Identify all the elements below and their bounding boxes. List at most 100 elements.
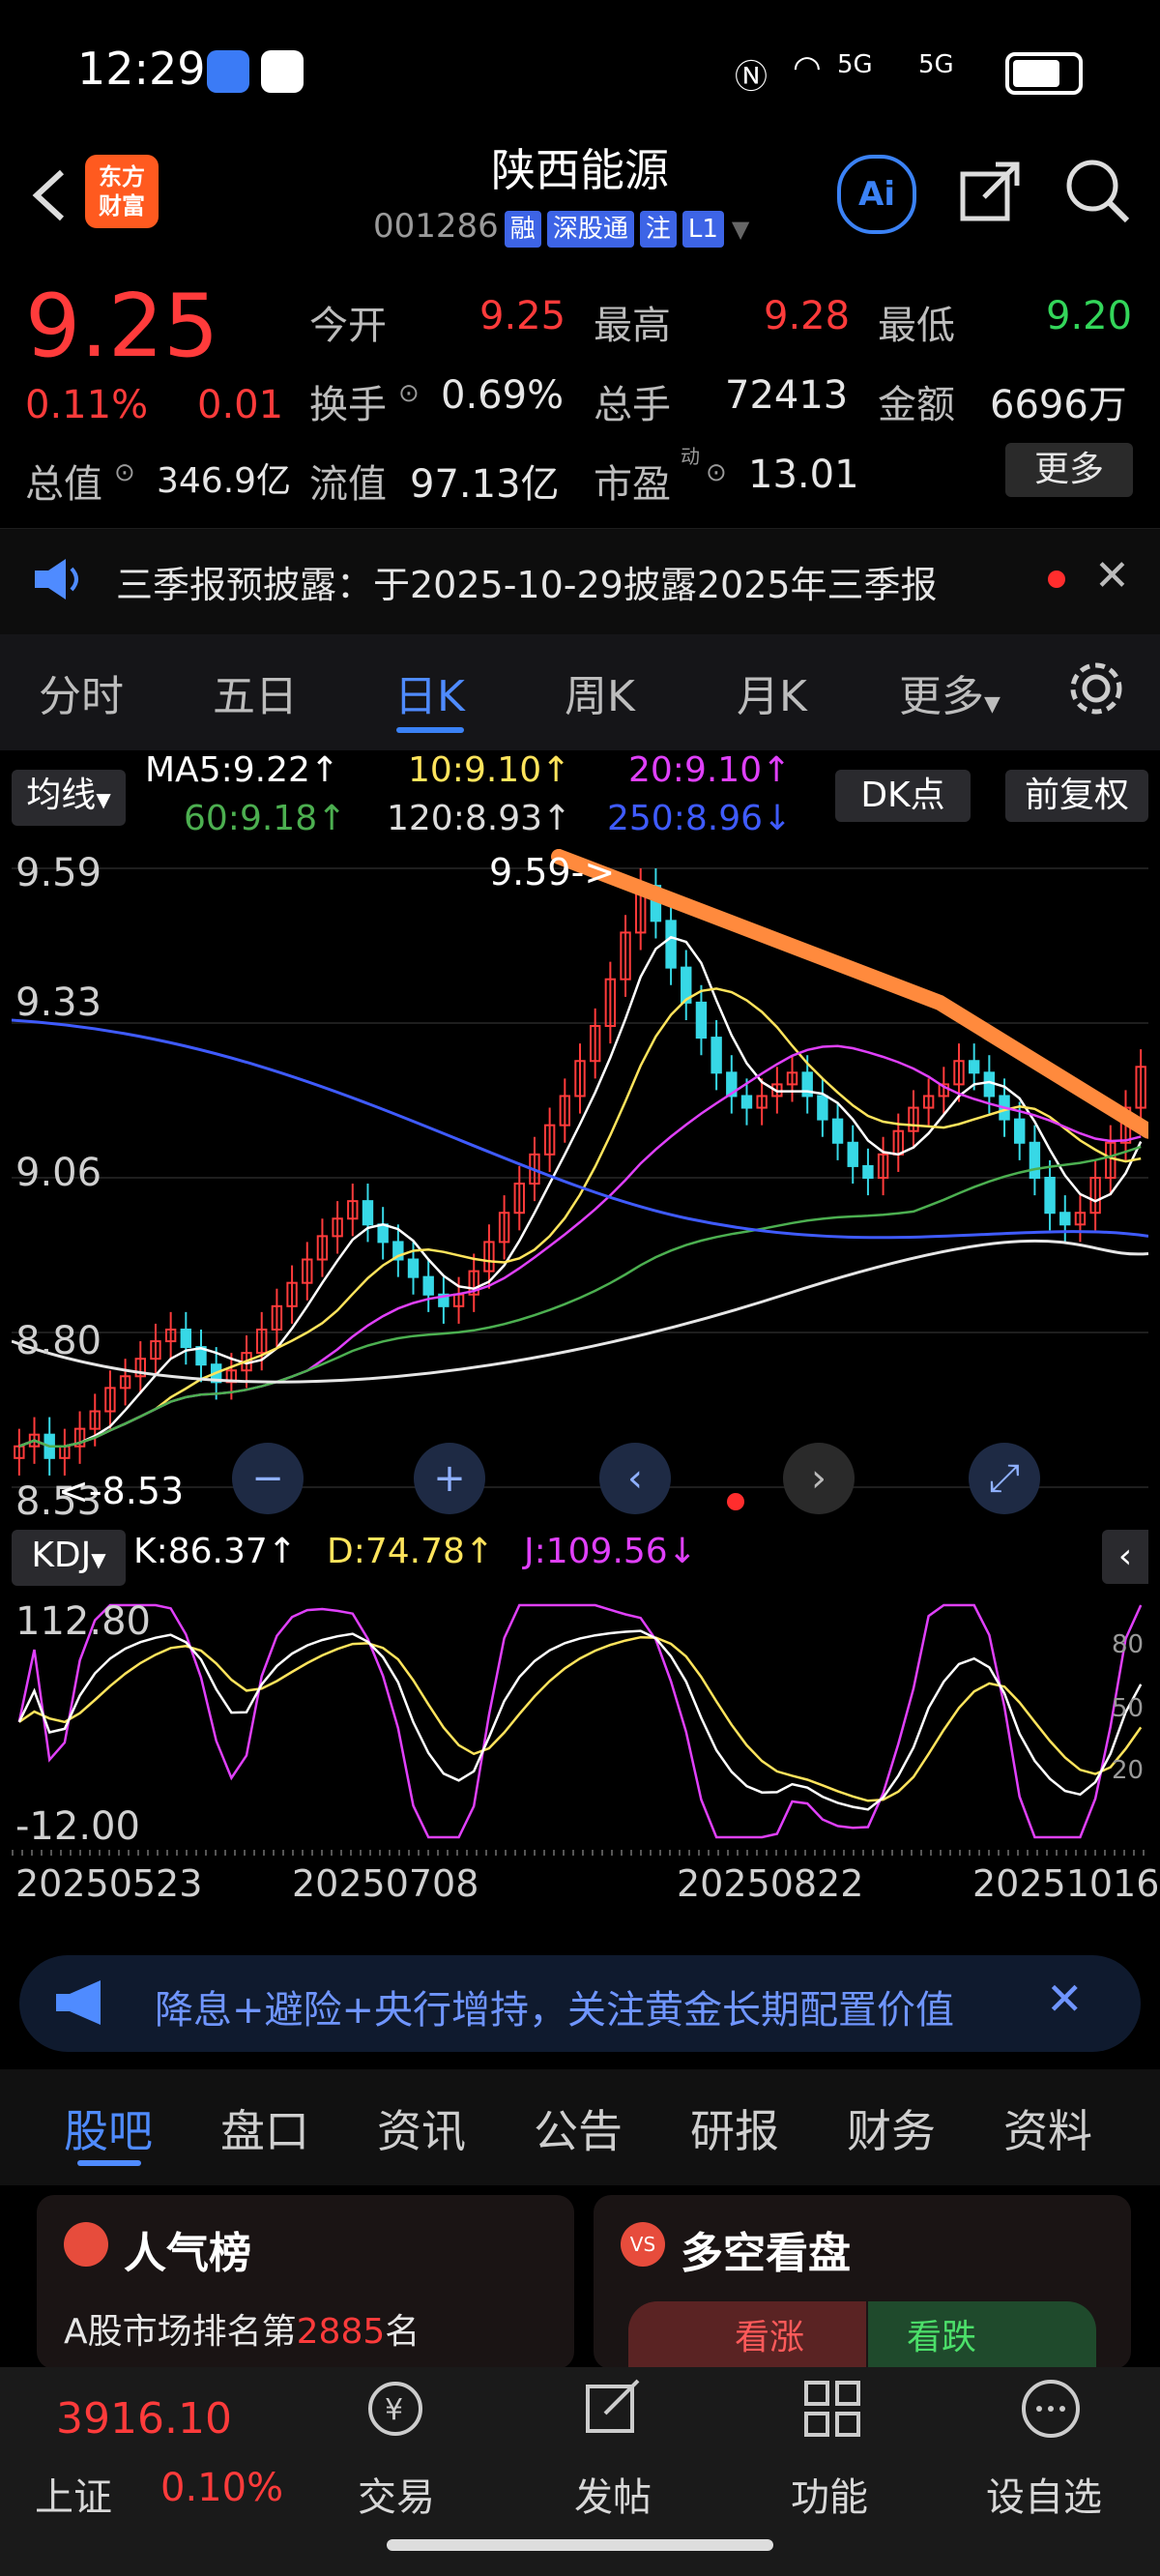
popularity-card[interactable]: 人气榜 A股市场排名第2885名 — [37, 2195, 574, 2369]
kdj-j-value: J:109.56↓ — [524, 1532, 697, 1571]
watchlist-label[interactable]: 设自选 — [986, 2466, 1102, 2522]
date-label-1: 20250523 — [15, 1862, 203, 1905]
candle-body — [695, 1001, 708, 1039]
float-value: 97.13亿 — [410, 462, 560, 507]
vs-icon: VS — [621, 2222, 665, 2267]
index-value[interactable]: 3916.10 — [56, 2394, 232, 2444]
ai-button[interactable]: Ai — [837, 155, 916, 234]
kdj-50-tick: 50 — [1112, 1694, 1145, 1723]
dk-point-button[interactable]: DK点 — [835, 770, 971, 822]
back-icon[interactable] — [21, 155, 79, 232]
trade-icon[interactable]: ¥ — [362, 2375, 429, 2443]
bull-bear-card[interactable]: VS 多空看盘 看涨 看跌 — [594, 2195, 1131, 2369]
adjustment-button[interactable]: 前复权 — [1005, 770, 1148, 822]
news-text: 降息+避险+央行增持，关注黄金长期配置价值 — [155, 1988, 955, 2033]
stock-name[interactable]: 陕西能源 — [387, 135, 773, 199]
ma5-line — [18, 935, 1143, 1448]
kdj-chart[interactable] — [12, 1586, 1148, 1857]
total-value-label: 总值 — [25, 462, 102, 507]
y-tick-2: 9.33 — [15, 981, 102, 1025]
tab-monthly-k[interactable]: 月K — [737, 661, 807, 723]
index-pct[interactable]: 0.10% — [160, 2466, 283, 2510]
zoom-out-button[interactable]: − — [232, 1443, 304, 1514]
collapse-icon[interactable]: ‹ — [1102, 1530, 1148, 1584]
current-price: 9.25 — [25, 276, 219, 377]
ma60-line — [18, 1145, 1142, 1448]
candle-body — [1014, 1118, 1026, 1144]
tag-connect: 深股通 — [546, 211, 634, 248]
chat-notification-icon — [207, 50, 249, 93]
bear-button[interactable]: 看跌 — [868, 2301, 1096, 2369]
popularity-prefix: A股市场排名第 — [64, 2312, 297, 2352]
zoom-in-button[interactable]: + — [414, 1443, 485, 1514]
post-label[interactable]: 发帖 — [574, 2466, 652, 2522]
candle-body — [817, 1095, 828, 1121]
ma10-value: 10:9.10↑ — [408, 750, 571, 790]
close-icon[interactable]: ✕ — [1094, 551, 1130, 600]
tab-news[interactable]: 资讯 — [377, 2096, 466, 2160]
kdj-selector[interactable]: KDJ▼ — [12, 1530, 126, 1586]
tab-financials[interactable]: 财务 — [847, 2096, 936, 2160]
candle-body — [407, 1258, 420, 1278]
candle-body — [1029, 1141, 1041, 1180]
kdj-selector-label: KDJ — [31, 1536, 92, 1575]
stock-code: 001286 — [373, 207, 499, 246]
candle-body — [180, 1328, 192, 1349]
tab-weekly-k[interactable]: 周K — [565, 661, 635, 723]
shield-notification-icon — [261, 50, 304, 93]
kdj-d-line — [18, 1635, 1143, 1802]
tab-more[interactable]: 更多▼ — [899, 661, 1000, 723]
tab-order-book[interactable]: 盘口 — [220, 2096, 309, 2160]
kdj-bottom-tick: -12.00 — [15, 1804, 140, 1849]
info-icon-3[interactable]: ⊙ — [706, 458, 727, 487]
post-icon[interactable] — [580, 2375, 648, 2443]
candle-body — [422, 1275, 434, 1296]
tag-margin: 融 — [504, 211, 541, 248]
share-icon[interactable] — [957, 157, 1025, 228]
bull-button[interactable]: 看涨 — [628, 2301, 866, 2369]
candle-body — [831, 1118, 844, 1144]
volume-value: 72413 — [725, 373, 849, 418]
functions-label[interactable]: 功能 — [791, 2466, 868, 2522]
ma-selector[interactable]: 均线▼ — [12, 770, 126, 826]
bull-label: 看涨 — [735, 2318, 805, 2357]
index-name[interactable]: 上证 — [35, 2466, 112, 2522]
tab-profile[interactable]: 资料 — [1003, 2096, 1092, 2160]
ma5-value: MA5:9.22↑ — [145, 750, 340, 790]
svg-text:¥: ¥ — [385, 2393, 403, 2427]
megaphone-icon — [52, 1978, 110, 2031]
tab-daily-k[interactable]: 日K — [394, 661, 465, 723]
nfc-icon: Ⓝ — [735, 58, 768, 97]
kdj-80-tick: 80 — [1112, 1630, 1145, 1659]
tab-guba[interactable]: 股吧 — [64, 2096, 153, 2160]
close-news-icon[interactable]: ✕ — [1046, 1973, 1084, 2025]
stock-code-line[interactable]: 001286 融深股通注 L1 ▼ — [373, 207, 749, 248]
candle-body — [983, 1071, 996, 1098]
fullscreen-button[interactable]: ⤢ — [969, 1443, 1040, 1514]
y-tick-1: 9.59 — [15, 851, 102, 895]
info-icon[interactable]: ⊙ — [398, 379, 420, 408]
high-marker: 9.59-> — [489, 851, 616, 893]
functions-icon[interactable] — [798, 2375, 866, 2443]
scroll-right-button[interactable]: › — [783, 1443, 855, 1514]
search-icon[interactable] — [1063, 157, 1133, 230]
home-indicator[interactable] — [387, 2539, 773, 2551]
float-value-label: 流值 — [309, 462, 387, 507]
tab-research[interactable]: 研报 — [690, 2096, 779, 2160]
more-options-icon[interactable] — [1017, 2375, 1085, 2443]
scroll-left-button[interactable]: ‹ — [599, 1443, 671, 1514]
popularity-icon — [64, 2222, 108, 2267]
info-icon-2[interactable]: ⊙ — [114, 458, 135, 487]
app-logo: 东方 财富 — [85, 155, 159, 228]
kdj-d-value: D:74.78↑ — [327, 1532, 495, 1571]
app-logo-line1: 东方 — [99, 163, 145, 190]
settings-icon[interactable] — [1067, 659, 1125, 721]
tab-announcements[interactable]: 公告 — [534, 2096, 623, 2160]
tab-five-day[interactable]: 五日 — [213, 661, 298, 723]
event-dot — [727, 1493, 744, 1510]
more-button[interactable]: 更多 — [1005, 443, 1133, 497]
trade-label[interactable]: 交易 — [358, 2466, 435, 2522]
kline-chart[interactable] — [12, 849, 1148, 1522]
signal-icon: 5G — [837, 50, 873, 79]
tab-intraday[interactable]: 分时 — [39, 661, 124, 723]
